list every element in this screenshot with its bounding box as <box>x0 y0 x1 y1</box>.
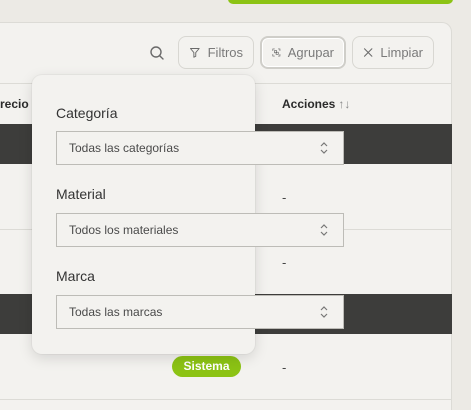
row-action-value: - <box>282 360 287 375</box>
chevron-updown-icon <box>320 142 328 154</box>
row-action-value: - <box>282 255 287 270</box>
filters-dropdown: Categoría Todas las categorías Material … <box>32 75 344 354</box>
status-badge: Sistema <box>172 356 241 377</box>
close-icon <box>363 48 373 57</box>
column-header-precio[interactable]: recio <box>0 97 29 111</box>
clear-button-label: Limpiar <box>380 45 423 60</box>
brand-filter-label: Marca <box>56 268 95 284</box>
funnel-icon <box>189 48 200 58</box>
filters-button-label: Filtros <box>207 45 243 60</box>
chevron-updown-icon <box>320 306 328 318</box>
column-header-acciones[interactable]: Acciones ↑↓ <box>282 97 350 111</box>
category-select[interactable]: Todas las categorías <box>56 131 344 165</box>
row-action-value: - <box>282 190 287 205</box>
group-icon <box>272 48 281 57</box>
top-accent-bar <box>228 0 453 4</box>
filters-button[interactable]: Filtros <box>178 36 254 69</box>
category-filter-label: Categoría <box>56 105 118 121</box>
search-icon <box>149 45 164 60</box>
clear-button[interactable]: Limpiar <box>352 36 434 69</box>
chevron-updown-icon <box>320 224 328 236</box>
group-button[interactable]: Agrupar <box>260 36 346 69</box>
sort-icon[interactable]: ↑↓ <box>338 97 350 111</box>
search-button[interactable] <box>141 36 172 69</box>
brand-select-value: Todas las marcas <box>69 305 163 319</box>
material-select-value: Todos los materiales <box>69 223 179 237</box>
table-toolbar: Filtros Agrupar Limpiar <box>0 34 452 72</box>
material-select[interactable]: Todos los materiales <box>56 213 344 247</box>
material-filter-label: Material <box>56 186 106 202</box>
group-button-label: Agrupar <box>287 45 334 60</box>
brand-select[interactable]: Todas las marcas <box>56 295 344 329</box>
category-select-value: Todas las categorías <box>69 141 180 155</box>
